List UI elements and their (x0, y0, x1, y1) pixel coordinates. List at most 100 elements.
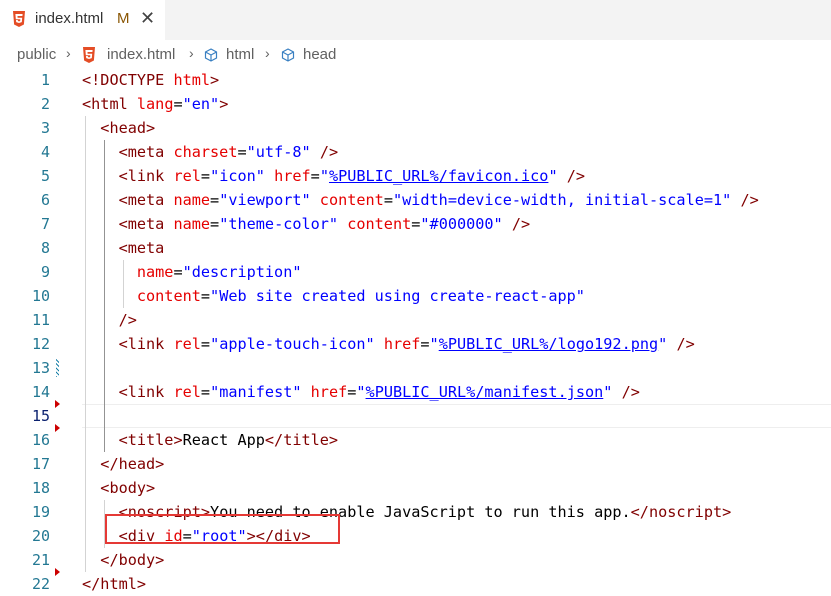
code-line[interactable]: 1 <!DOCTYPE html> (0, 68, 831, 92)
code-token: = (210, 215, 220, 233)
indent-guide (104, 404, 105, 428)
line-number: 17 (31, 455, 50, 473)
code-line[interactable]: 16 <title>React App</title> (0, 428, 831, 452)
code-token: content (347, 215, 412, 233)
line-number: 11 (31, 311, 50, 329)
code-line[interactable]: 22 </html> (0, 572, 831, 596)
code-token: name (173, 215, 211, 233)
code-line[interactable]: 12 <link rel="apple-touch-icon" href="%P… (0, 332, 831, 356)
code-token: > (722, 503, 732, 521)
html5-file-icon (12, 11, 26, 27)
code-token: = (200, 287, 211, 305)
git-deleted-marker-icon[interactable] (55, 400, 60, 408)
code-token: > (146, 479, 156, 497)
code-token: /> (621, 383, 640, 401)
line-number: 20 (31, 527, 50, 545)
code-token: " (356, 383, 366, 401)
close-tab-icon[interactable]: ✕ (140, 8, 155, 29)
code-token: href (274, 167, 311, 185)
code-token: href (310, 383, 348, 401)
line-number: 5 (40, 167, 50, 185)
code-text: <body> (82, 476, 155, 500)
breadcrumb-item-index-html[interactable]: index.html (107, 46, 175, 63)
code-token: body (109, 479, 147, 497)
code-text: <html lang="en"> (82, 92, 228, 116)
line-number: 15 (31, 407, 50, 425)
code-token: > (328, 431, 339, 449)
symbol-element-icon (204, 48, 218, 62)
code-token: "utf-8" (246, 143, 311, 161)
code-token: < (118, 239, 128, 257)
code-token: head (109, 119, 147, 137)
line-number: 16 (31, 431, 50, 449)
code-token: </ (630, 503, 649, 521)
modified-indicator: M (117, 10, 130, 27)
code-token: /> (319, 143, 339, 161)
code-token: React App (182, 431, 265, 449)
indent-guide (85, 404, 86, 428)
code-line[interactable]: 18 <body> (0, 476, 831, 500)
editor-tab-index-html[interactable]: index.html M ✕ (0, 0, 165, 40)
breadcrumb-item-public[interactable]: public (17, 46, 56, 63)
code-token: </ (264, 431, 284, 449)
code-token: meta (127, 215, 165, 233)
code-token: "icon" (210, 167, 265, 185)
code-token: content (319, 191, 384, 209)
code-text: <link rel="apple-touch-icon" href="%PUBL… (82, 332, 695, 356)
code-token: html (173, 71, 211, 89)
code-line[interactable]: 11 /> (0, 308, 831, 332)
code-token: rel (173, 167, 201, 185)
line-number: 1 (40, 71, 50, 89)
code-token: > (210, 71, 220, 89)
code-line[interactable]: 5 <link rel="icon" href="%PUBLIC_URL%/fa… (0, 164, 831, 188)
code-line[interactable]: 13 (0, 356, 831, 380)
code-token: < (118, 335, 128, 353)
code-token: noscript (648, 503, 723, 521)
code-line[interactable]: 3 <head> (0, 116, 831, 140)
code-line[interactable]: 17 </head> (0, 452, 831, 476)
code-text: content="Web site created using create-r… (82, 284, 585, 308)
code-line[interactable]: 2 <html lang="en"> (0, 92, 831, 116)
code-token: charset (173, 143, 238, 161)
indent-guide (85, 356, 86, 380)
code-line[interactable]: 15 (0, 404, 831, 428)
current-line-highlight (82, 404, 831, 428)
code-line[interactable]: 7 <meta name="theme-color" content="#000… (0, 212, 831, 236)
code-token: name (136, 263, 174, 281)
code-token: /> (676, 335, 695, 353)
git-deleted-marker-icon[interactable] (55, 568, 60, 576)
code-token: = (420, 335, 430, 353)
git-modified-indicator[interactable] (56, 359, 59, 377)
breadcrumb-item-head[interactable]: head (303, 46, 336, 63)
code-line[interactable]: 9 name="description" (0, 260, 831, 284)
code-token: = (237, 143, 247, 161)
git-deleted-marker-icon[interactable] (55, 424, 60, 432)
indent-guide (104, 356, 105, 380)
breadcrumb: public › index.html › html › head (0, 42, 831, 68)
symbol-element-icon (281, 48, 295, 62)
code-token: <! (82, 71, 101, 89)
code-line[interactable]: 10 content="Web site created using creat… (0, 284, 831, 308)
code-line[interactable]: 4 <meta charset="utf-8" /> (0, 140, 831, 164)
code-text: <link rel="icon" href="%PUBLIC_URL%/favi… (82, 164, 585, 188)
code-text: <meta (82, 236, 165, 260)
line-number: 19 (31, 503, 50, 521)
code-editor[interactable]: 1 <!DOCTYPE html> 2 <html lang="en"> 3 <head… (0, 68, 831, 593)
code-line[interactable]: 6 <meta name="viewport" content="width=d… (0, 188, 831, 212)
code-line[interactable]: 14 <link rel="manifest" href="%PUBLIC_UR… (0, 380, 831, 404)
tab-filename: index.html (35, 10, 104, 27)
code-token: = (210, 191, 220, 209)
code-token: > (136, 575, 147, 593)
breadcrumb-item-html[interactable]: html (226, 46, 254, 63)
code-token: meta (127, 239, 165, 257)
chevron-right-icon: › (265, 45, 270, 61)
code-line[interactable]: 8 <meta (0, 236, 831, 260)
code-line[interactable]: 21 </body> (0, 548, 831, 572)
